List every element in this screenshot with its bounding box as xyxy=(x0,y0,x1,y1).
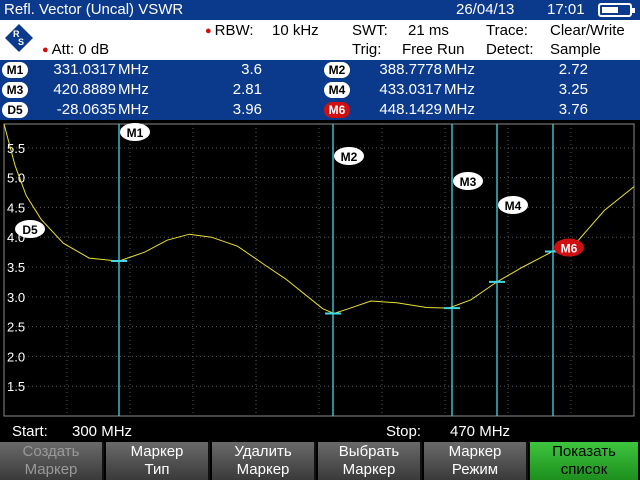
marker-unit: MHz xyxy=(444,81,475,98)
marker-badge[interactable]: M6 xyxy=(324,102,350,118)
softkey-label: список xyxy=(560,461,608,478)
time-readout: 17:01 xyxy=(547,1,585,18)
status-dot-icon: ● xyxy=(205,25,212,38)
battery-icon xyxy=(598,3,635,17)
start-label: Start: xyxy=(12,423,48,440)
softkey-label: Маркер xyxy=(342,461,396,478)
rohde-schwarz-logo: R S xyxy=(5,24,33,52)
y-tick-label: 4.5 xyxy=(7,200,25,215)
detect-label: Detect: xyxy=(486,41,534,58)
marker-frequency: 388.7778 xyxy=(379,61,442,78)
stop-label: Stop: xyxy=(386,423,422,440)
trace-value: Clear/Write xyxy=(550,22,625,39)
marker-badge-label: M2 xyxy=(341,150,358,164)
marker-badge-label: M4 xyxy=(505,199,522,213)
softkey-label: Маркер xyxy=(130,443,184,460)
softkey-1[interactable]: Создать Маркер xyxy=(0,442,104,480)
marker-badge-label: M1 xyxy=(127,126,144,140)
softkey-bar: Создать Маркер Маркер Тип Удалить Маркер Выбра… xyxy=(0,442,640,480)
settings-bar: R S ● Att: 0 dB ● RBW: 10 kHz SWT: 21 ms T… xyxy=(0,20,640,60)
softkey-6[interactable]: Показать список xyxy=(530,442,640,480)
stop-value: 470 MHz xyxy=(450,423,511,440)
marker-row-m2[interactable]: M2 388.7778 MHz 2.72 xyxy=(0,60,640,80)
marker-value: 3.76 xyxy=(558,101,588,118)
rbw-value: 10 kHz xyxy=(272,22,319,39)
marker-badge-label: M6 xyxy=(561,242,578,256)
softkey-5[interactable]: Маркер Режим xyxy=(424,442,528,480)
rbw-label: ● RBW: xyxy=(205,22,254,39)
trace-label: Trace: xyxy=(486,22,528,39)
softkey-label: Маркер xyxy=(448,443,502,460)
softkey-label: Создать xyxy=(22,443,80,460)
softkey-label: Тип xyxy=(144,461,170,478)
measurement-title: Refl. Vector (Uncal) VSWR xyxy=(4,1,184,18)
marker-frequency: 433.0317 xyxy=(379,81,442,98)
marker-badge[interactable]: M2 xyxy=(324,62,350,78)
y-tick-label: 3.0 xyxy=(7,290,25,305)
swt-value: 21 ms xyxy=(408,22,449,39)
svg-text:S: S xyxy=(18,37,24,47)
softkey-label: Показать xyxy=(552,443,616,460)
marker-row-m6[interactable]: M6 448.1429 MHz 3.76 xyxy=(0,100,640,120)
y-tick-label: 2.0 xyxy=(7,349,25,364)
marker-table: M1 331.0317 MHz 3.6 M2 388.7778 MHz 2.72 M3 420.8… xyxy=(0,60,640,120)
softkey-label: Маркер xyxy=(236,461,290,478)
attenuation-readout: ● Att: 0 dB xyxy=(42,41,110,58)
date-readout: 26/04/13 xyxy=(456,1,515,18)
softkey-label: Режим xyxy=(451,461,499,478)
trig-label: Trig: xyxy=(352,41,382,58)
marker-row-m4[interactable]: M4 433.0317 MHz 3.25 xyxy=(0,80,640,100)
y-tick-label: 2.5 xyxy=(7,320,25,335)
marker-value: 3.25 xyxy=(558,81,588,98)
marker-unit: MHz xyxy=(444,61,475,78)
y-tick-label: 5.5 xyxy=(7,141,25,156)
softkey-4[interactable]: Выбрать Маркер xyxy=(318,442,422,480)
start-value: 300 MHz xyxy=(72,423,133,440)
marker-value: 2.72 xyxy=(558,61,588,78)
status-dot-icon: ● xyxy=(42,44,49,57)
frequency-bar: Start: 300 MHz Stop: 470 MHz xyxy=(0,420,640,442)
y-tick-label: 3.5 xyxy=(7,260,25,275)
marker-frequency: 448.1429 xyxy=(379,101,442,118)
trig-value: Free Run xyxy=(402,41,465,58)
swt-label: SWT: xyxy=(352,22,388,39)
title-bar: Refl. Vector (Uncal) VSWR 26/04/13 17:01 xyxy=(0,0,640,20)
softkey-3[interactable]: Удалить Маркер xyxy=(212,442,316,480)
detect-value: Sample xyxy=(550,41,601,58)
vswr-plot[interactable]: 5.55.04.54.03.53.02.52.01.5M1M2M3M4D5M6 xyxy=(0,120,640,420)
y-tick-label: 5.0 xyxy=(7,171,25,186)
softkey-2[interactable]: Маркер Тип xyxy=(106,442,210,480)
softkey-label: Удалить xyxy=(234,443,292,460)
marker-badge-label: M3 xyxy=(460,175,477,189)
y-tick-label: 1.5 xyxy=(7,379,25,394)
marker-unit: MHz xyxy=(444,101,475,118)
marker-badge-label: D5 xyxy=(22,223,38,237)
marker-badge[interactable]: M4 xyxy=(324,82,350,98)
softkey-label: Маркер xyxy=(24,461,78,478)
softkey-label: Выбрать xyxy=(338,443,400,460)
